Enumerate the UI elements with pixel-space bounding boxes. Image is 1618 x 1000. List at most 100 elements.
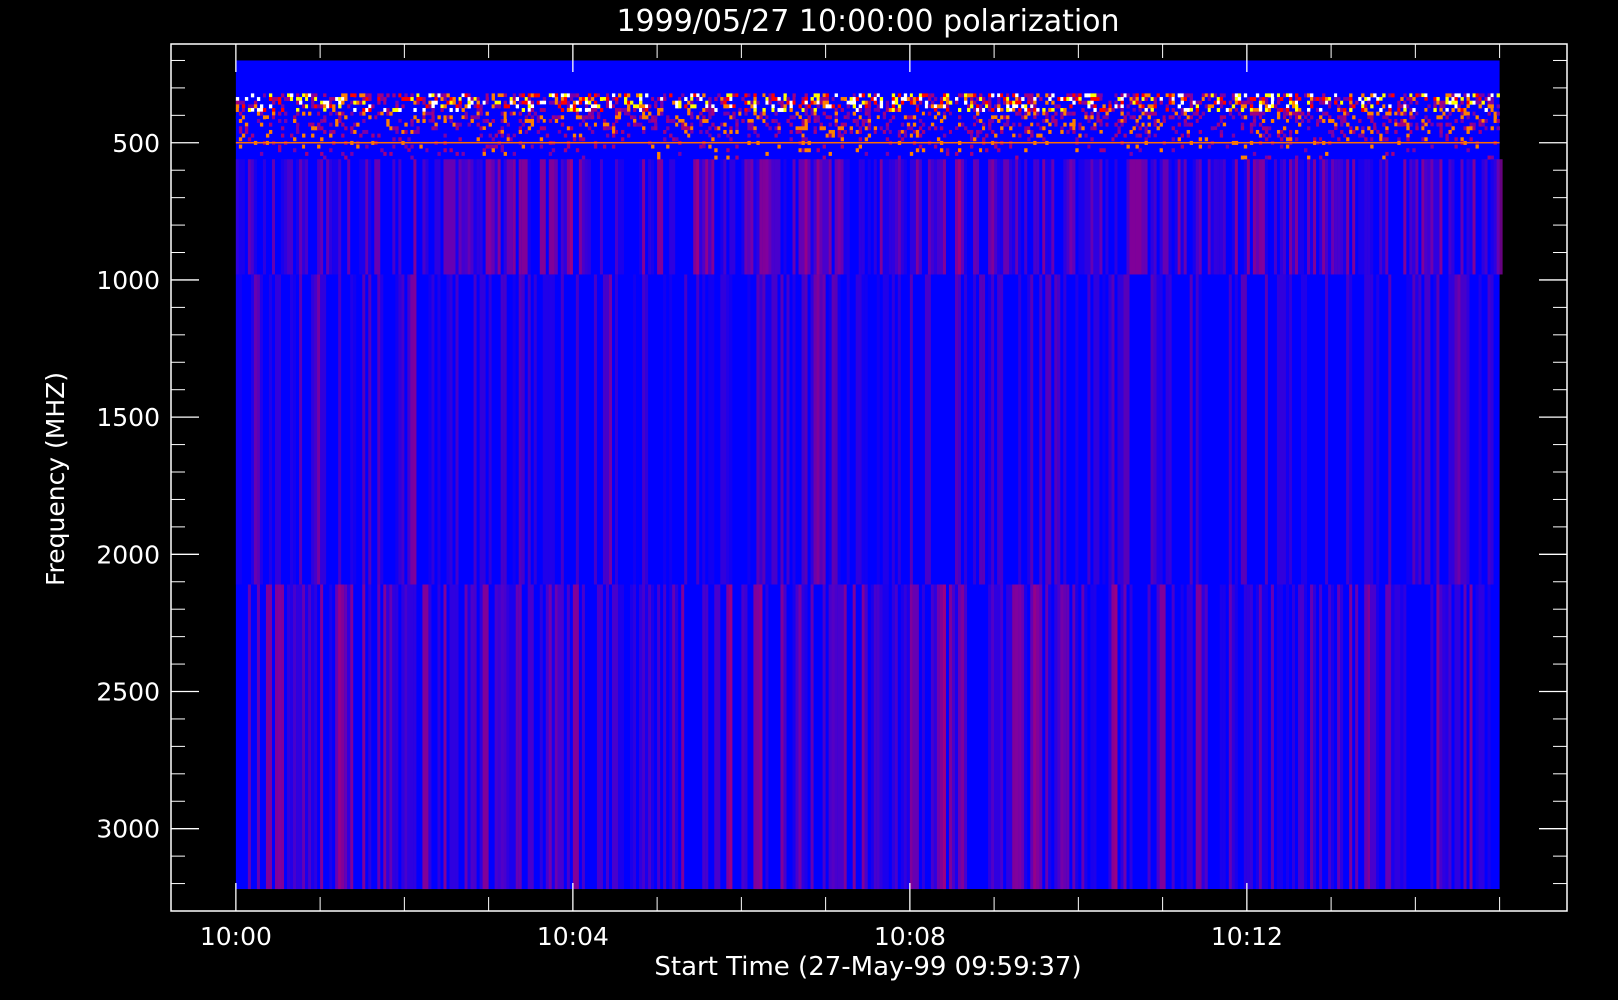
heatmap-cell <box>1141 122 1145 127</box>
heatmap-cell <box>1382 122 1386 127</box>
heatmap-cell <box>1267 133 1272 138</box>
heatmap-cell <box>1135 97 1139 102</box>
heatmap-cell <box>1243 144 1248 149</box>
heatmap-cell <box>497 100 501 105</box>
heatmap-cell <box>326 111 330 116</box>
heatmap-cell <box>1328 129 1332 134</box>
heatmap-cell <box>1276 108 1281 112</box>
heatmap-cell <box>323 108 327 112</box>
heatmap-cell <box>250 104 255 109</box>
heatmap-stripe <box>1261 584 1268 890</box>
heatmap-cell <box>909 97 914 102</box>
heatmap-stripe <box>311 584 315 890</box>
heatmap-stripe <box>1153 274 1157 585</box>
heatmap-cell <box>1463 93 1467 98</box>
heatmap-cell <box>687 126 691 131</box>
heatmap-cell <box>1228 118 1233 123</box>
heatmap-cell <box>1150 104 1154 109</box>
heatmap-cell <box>548 97 553 102</box>
heatmap-cell <box>1042 126 1046 131</box>
heatmap-cell <box>927 111 932 116</box>
heatmap-cell <box>244 115 249 120</box>
heatmap-cell <box>614 100 619 105</box>
heatmap-cell <box>1285 122 1290 127</box>
heatmap-cell <box>482 129 486 134</box>
heatmap-cell <box>1153 118 1157 123</box>
heatmap-cell <box>735 93 739 98</box>
heatmap-cell <box>560 108 565 112</box>
heatmap-cell <box>1397 122 1401 127</box>
heatmap-cell <box>834 93 838 98</box>
heatmap-cell <box>726 111 730 116</box>
heatmap-stripe <box>903 584 907 890</box>
heatmap-cell <box>1195 108 1200 112</box>
heatmap-cell <box>669 133 673 138</box>
heatmap-cell <box>320 100 324 105</box>
heatmap-cell <box>431 115 435 120</box>
heatmap-cell <box>672 118 676 123</box>
heatmap-cell <box>921 148 926 153</box>
heatmap-cell <box>1291 104 1296 109</box>
heatmap-cell <box>1310 97 1314 102</box>
heatmap-cell <box>530 104 535 109</box>
heatmap-cell <box>365 108 369 112</box>
heatmap-cell <box>1030 100 1034 105</box>
heatmap-cell <box>1294 115 1299 120</box>
heatmap-cell <box>891 97 896 102</box>
heatmap-stripe <box>1159 274 1163 585</box>
heatmap-cell <box>1373 151 1377 156</box>
heatmap-cell <box>323 100 327 105</box>
heatmap-cell <box>1352 115 1356 120</box>
heatmap-cell <box>1045 93 1049 98</box>
heatmap-stripe <box>792 159 796 275</box>
heatmap-cell <box>1189 111 1193 116</box>
heatmap-cell <box>939 100 944 105</box>
heatmap-stripe <box>1072 584 1076 890</box>
heatmap-cell <box>1282 133 1287 138</box>
heatmap-cell <box>1003 93 1007 98</box>
heatmap-stripe <box>1415 274 1419 585</box>
heatmap-cell <box>422 108 426 112</box>
heatmap-stripe <box>783 159 787 275</box>
heatmap-cell <box>1490 108 1494 112</box>
heatmap-cell <box>1051 111 1055 116</box>
heatmap-stripe <box>708 274 715 585</box>
heatmap-cell <box>1162 118 1166 123</box>
heatmap-stripe <box>554 159 558 275</box>
heatmap-cell <box>1445 93 1449 98</box>
heatmap-stripe <box>344 584 348 890</box>
heatmap-cell <box>467 104 471 109</box>
heatmap-stripe <box>274 274 282 585</box>
heatmap-cell <box>590 111 595 116</box>
heatmap-cell <box>527 108 532 112</box>
heatmap-cell <box>440 148 444 153</box>
heatmap-cell <box>729 137 733 142</box>
heatmap-cell <box>1036 126 1040 131</box>
heatmap-cell <box>708 104 712 109</box>
heatmap-cell <box>801 108 805 112</box>
heatmap-cell <box>720 122 724 127</box>
heatmap-cell <box>476 108 480 112</box>
heatmap-cell <box>527 111 532 116</box>
heatmap-cell <box>1015 108 1019 112</box>
heatmap-cell <box>846 100 850 105</box>
heatmap-cell <box>596 118 601 123</box>
heatmap-cell <box>1165 104 1169 109</box>
heatmap-cell <box>1069 93 1073 98</box>
heatmap-cell <box>1030 104 1034 109</box>
heatmap-cell <box>599 97 604 102</box>
heatmap-cell <box>660 111 664 116</box>
heatmap-cell <box>1361 104 1365 109</box>
heatmap-cell <box>1126 144 1130 149</box>
heatmap-cell <box>753 97 757 102</box>
heatmap-cell <box>446 93 450 98</box>
heatmap-cell <box>1448 100 1452 105</box>
heatmap-cell <box>1042 111 1046 116</box>
heatmap-stripe <box>446 274 450 585</box>
heatmap-stripe <box>958 584 962 890</box>
heatmap-stripe <box>822 159 829 275</box>
heatmap-cell <box>822 144 826 149</box>
heatmap-cell <box>1090 97 1094 102</box>
heatmap-cell <box>1385 104 1389 109</box>
heatmap-cell <box>1457 93 1461 98</box>
